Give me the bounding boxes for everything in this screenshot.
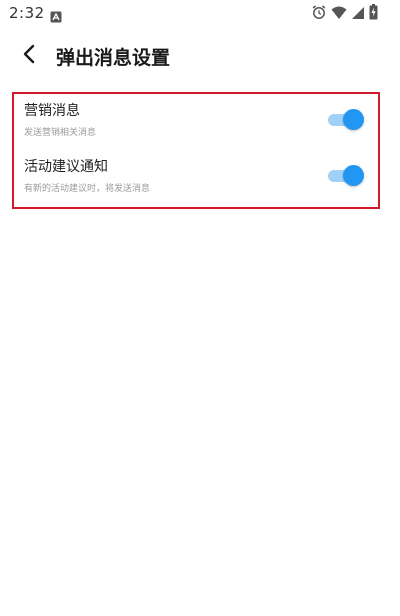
setting-row-marketing: 营销消息 发送营销相关消息 — [14, 94, 378, 150]
chevron-left-icon — [22, 44, 36, 68]
app-header: 弹出消息设置 — [0, 30, 400, 80]
alarm-icon — [311, 4, 327, 24]
setting-description: 有新的活动建议时，将发送消息 — [24, 184, 151, 194]
app-notification-icon — [50, 8, 62, 23]
marketing-toggle[interactable] — [328, 108, 364, 130]
toggle-thumb — [343, 109, 364, 130]
status-time: 2:32 — [9, 4, 45, 22]
activity-toggle[interactable] — [328, 164, 364, 186]
battery-charging-icon — [369, 4, 378, 24]
wifi-icon — [331, 5, 347, 24]
settings-list: 营销消息 发送营销相关消息 活动建议通知 有新的活动建议时，将发送消息 — [12, 92, 380, 209]
toggle-thumb — [343, 165, 364, 186]
setting-description: 发送营销相关消息 — [24, 128, 97, 138]
page-title: 弹出消息设置 — [56, 47, 171, 69]
setting-title: 营销消息 — [24, 103, 80, 119]
setting-row-activity: 活动建议通知 有新的活动建议时，将发送消息 — [14, 150, 378, 206]
status-bar: 2:32 — [0, 0, 400, 30]
signal-icon — [351, 5, 365, 24]
back-button[interactable] — [14, 41, 44, 71]
setting-title: 活动建议通知 — [24, 159, 108, 175]
status-icons — [311, 4, 378, 24]
